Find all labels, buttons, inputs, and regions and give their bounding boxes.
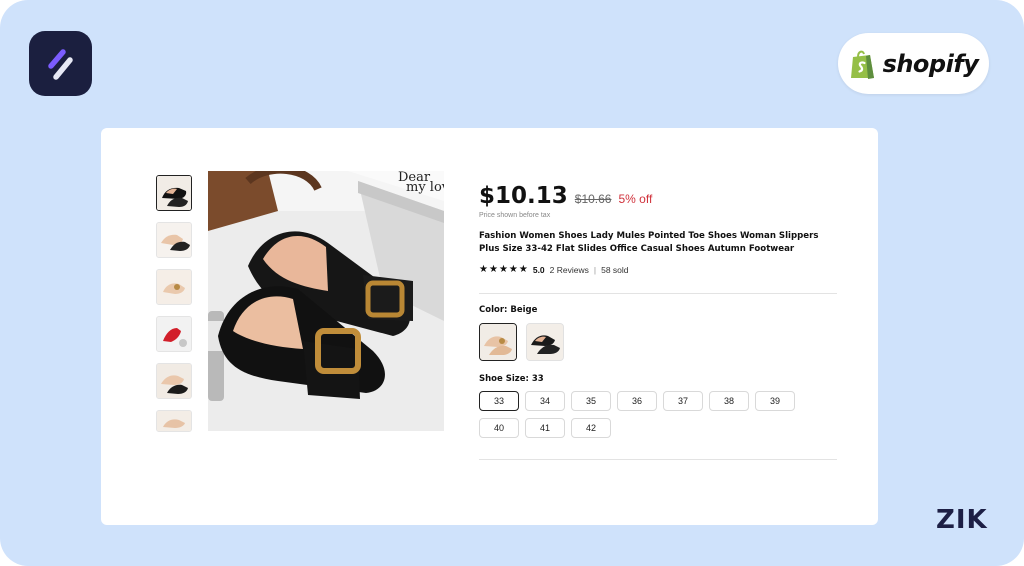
shoe-thumbnail-icon [157,270,191,304]
star-rating: ★ ★ ★ ★ ★ [479,265,528,275]
price-row: $10.13 $10.66 5% off [479,183,839,209]
size-option-38[interactable]: 38 [709,391,749,411]
star-icon: ★ [518,264,528,275]
shoe-thumbnail-icon [157,364,191,398]
shopify-badge: shopify [838,33,989,94]
divider [479,459,837,460]
star-icon: ★ [498,264,508,275]
black-shoe-swatch-icon [527,324,563,360]
tax-note: Price shown before tax [479,212,551,219]
shoe-thumbnail-icon [157,411,191,431]
shopify-wordmark: shopify [882,49,979,78]
shoe-thumbnail-icon [157,223,191,257]
star-icon: ★ [488,264,498,275]
size-option-41[interactable]: 41 [525,418,565,438]
size-option-36[interactable]: 36 [617,391,657,411]
shoe-thumbnail-icon [157,317,191,351]
original-price: $10.66 [574,192,612,206]
shoe-thumbnail-icon [157,176,191,210]
rating-row: ★ ★ ★ ★ ★ 5.0 2 Reviews | 58 sold [479,265,839,276]
thumbnail-1[interactable] [156,175,192,211]
zik-logo: ZIK [936,505,988,535]
current-price: $10.13 [479,183,568,209]
divider [479,293,837,294]
star-icon: ★ [508,264,518,275]
discount-badge: 5% off [618,192,653,206]
main-product-image: Dear my love [208,171,444,431]
thumbnail-2[interactable] [156,222,192,258]
rating-separator: | [593,265,597,275]
thumbnail-6[interactable] [156,410,192,432]
thumbnail-list [156,175,194,443]
size-option-37[interactable]: 37 [663,391,703,411]
color-swatch-beige[interactable] [479,323,517,361]
size-option-42[interactable]: 42 [571,418,611,438]
product-info: $10.13 $10.66 5% off Price shown before … [479,183,839,275]
color-label: Color: Beige [479,305,538,315]
star-icon: ★ [479,264,488,275]
size-label: Shoe Size: 33 [479,374,544,384]
size-option-33[interactable]: 33 [479,391,519,411]
thumbnail-3[interactable] [156,269,192,305]
image-brand-watermark: Dear my love [398,171,444,194]
frame-background: shopify Dear my lo $10.13 $10.66 5% off … [0,0,1024,566]
app-logo [29,31,92,96]
slash-logo-icon [47,48,73,80]
shoe-photo-icon [208,171,444,431]
thumbnail-4[interactable] [156,316,192,352]
size-option-35[interactable]: 35 [571,391,611,411]
size-option-40[interactable]: 40 [479,418,519,438]
size-option-39[interactable]: 39 [755,391,795,411]
beige-shoe-swatch-icon [480,324,516,360]
sold-count: 58 sold [601,265,629,275]
size-option-34[interactable]: 34 [525,391,565,411]
product-title: Fashion Women Shoes Lady Mules Pointed T… [479,231,819,254]
rating-value: 5.0 [532,265,545,275]
reviews-link[interactable]: 2 Reviews [550,265,589,275]
color-swatch-black[interactable] [526,323,564,361]
shopify-bag-icon [850,50,874,79]
thumbnail-5[interactable] [156,363,192,399]
product-card: Dear my love $10.13 $10.66 5% off Price … [101,128,878,525]
